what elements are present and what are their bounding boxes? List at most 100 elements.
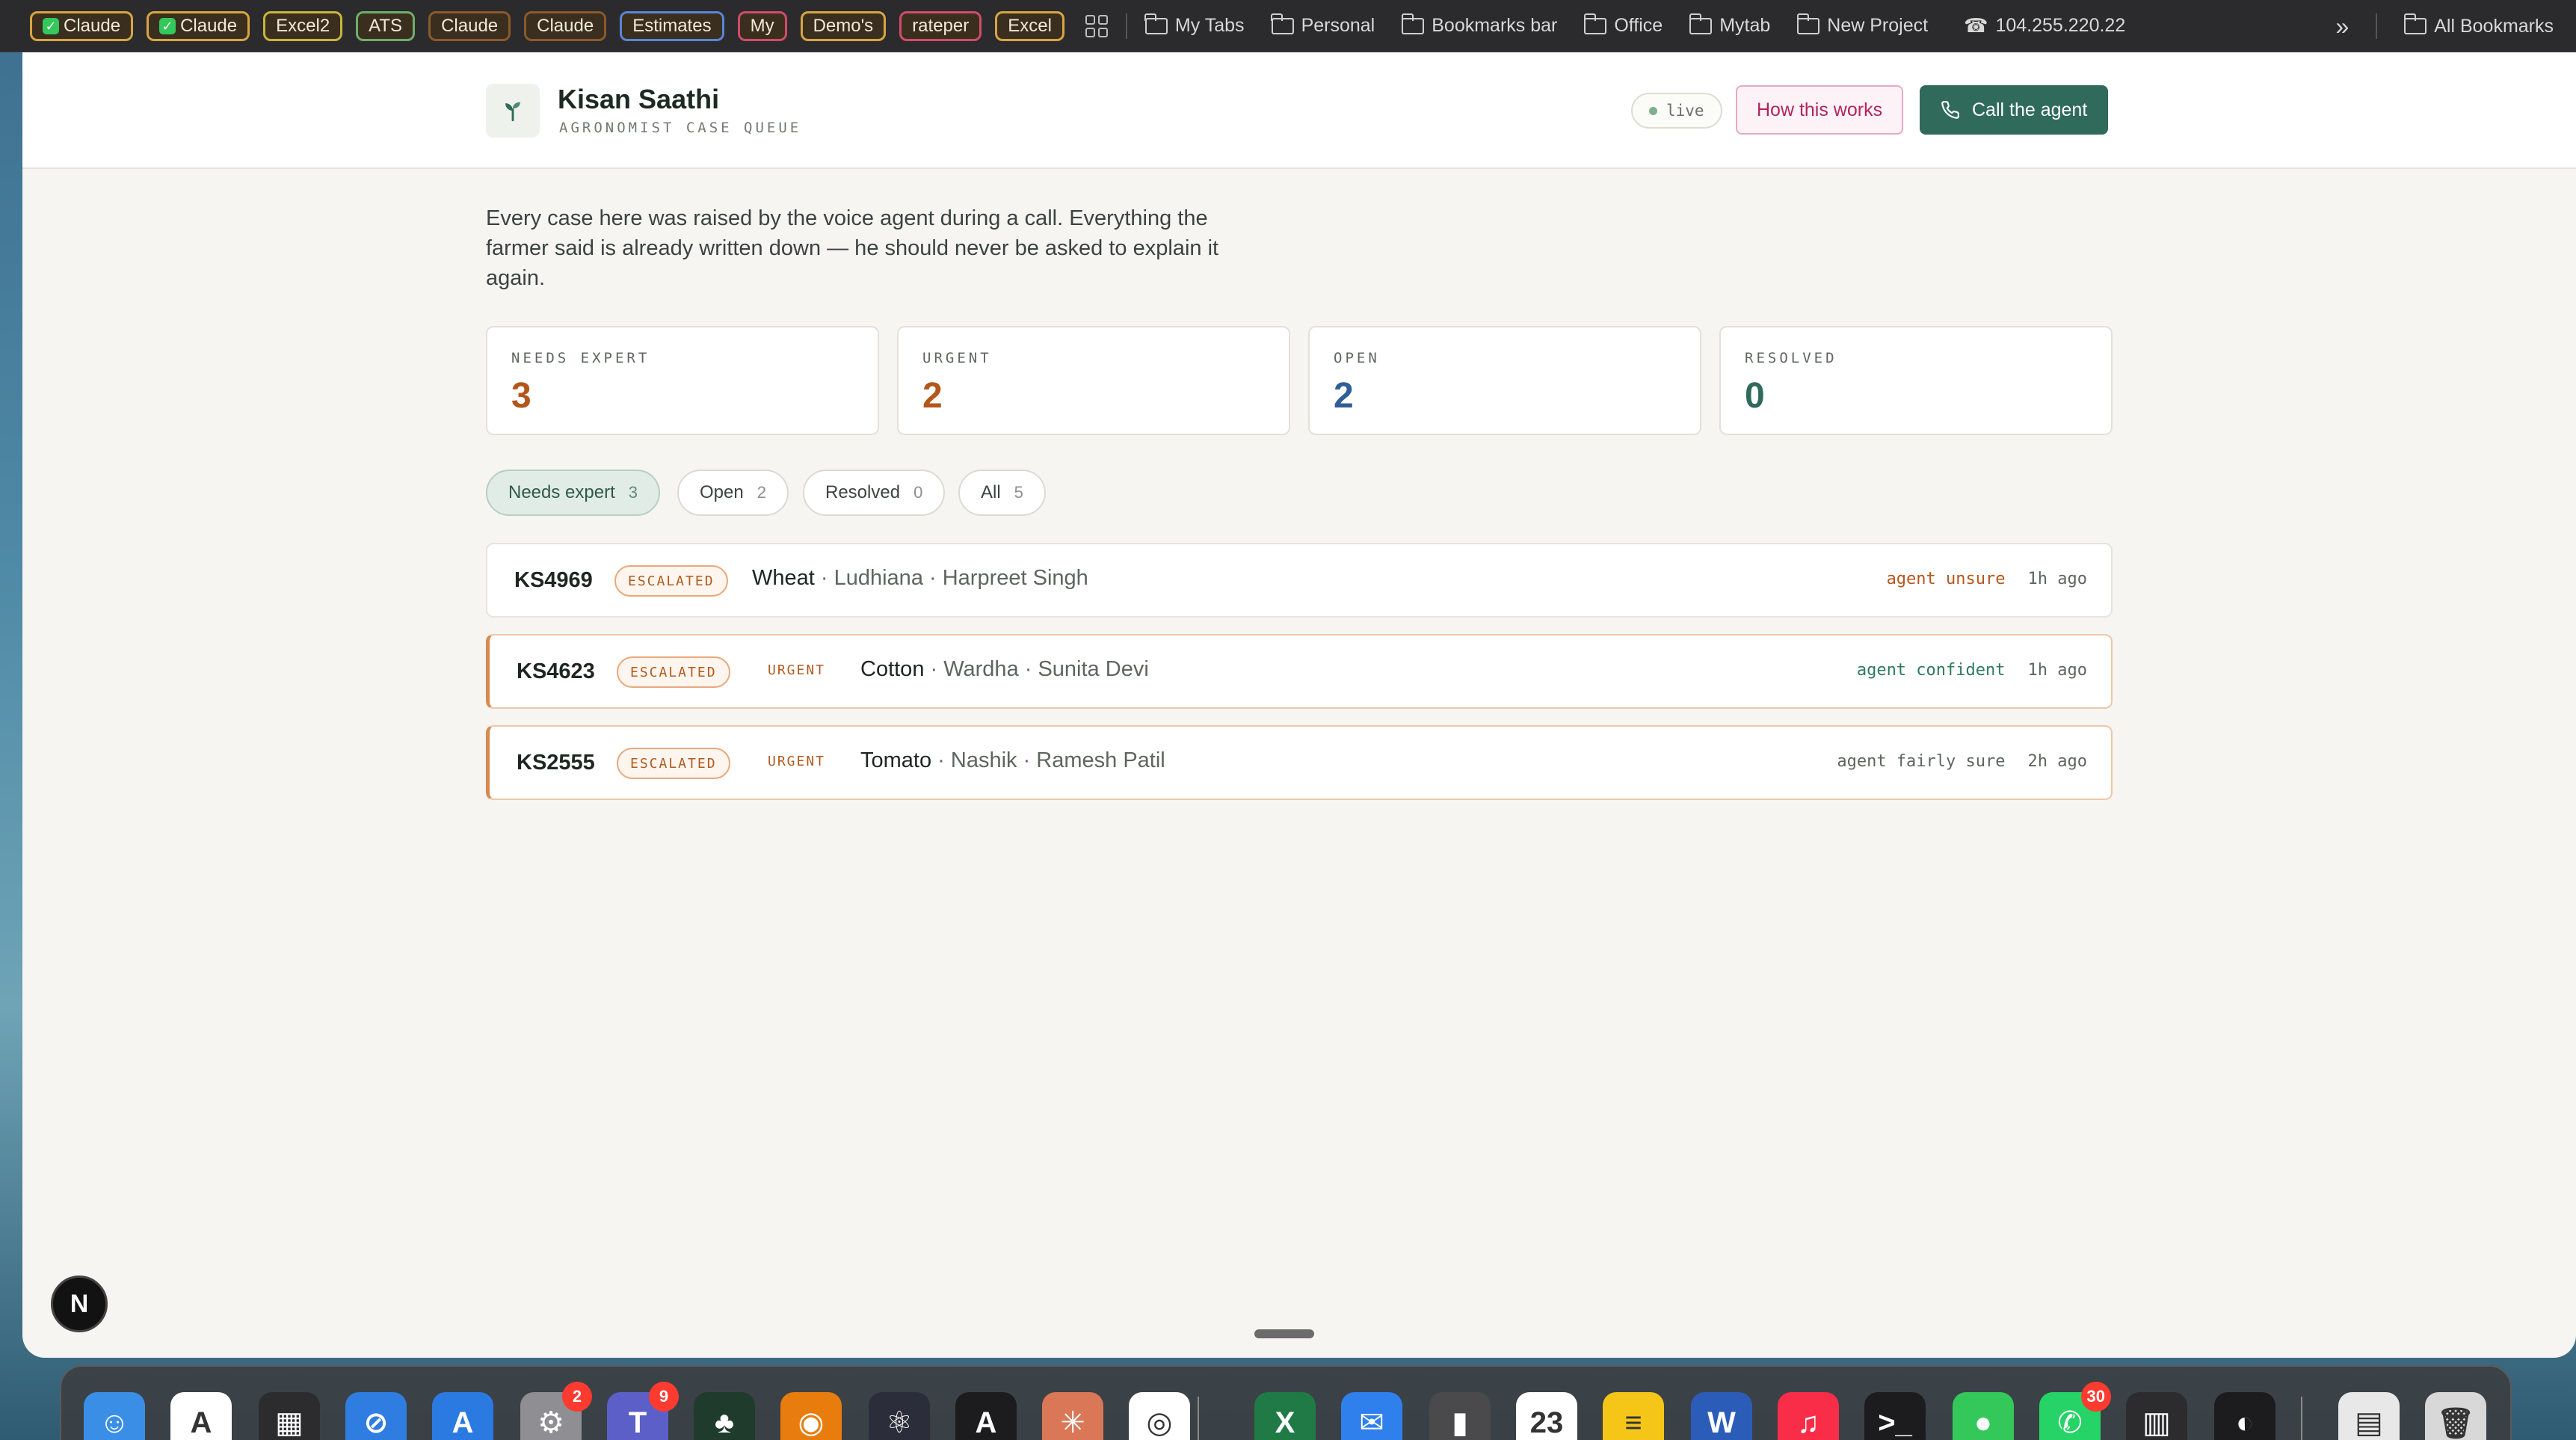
word-icon[interactable]: W bbox=[1691, 1392, 1752, 1440]
bottom-drag-handle[interactable] bbox=[1254, 1329, 1314, 1338]
bookmark-pill[interactable]: rateper bbox=[899, 10, 982, 41]
bookmark-pill-label: Claude bbox=[537, 15, 594, 36]
tab-groups-icon[interactable] bbox=[1085, 14, 1108, 37]
bookmark-folder[interactable]: My Tabs bbox=[1144, 13, 1245, 37]
safari-icon[interactable]: ⊘ bbox=[345, 1392, 407, 1440]
bookmark-pill[interactable]: ATS bbox=[356, 10, 416, 41]
nextjs-dev-badge[interactable]: N bbox=[51, 1276, 108, 1332]
whatsapp-icon[interactable]: ✆ 30 bbox=[2039, 1382, 2111, 1440]
bookmark-pill[interactable]: Demo's bbox=[800, 10, 887, 41]
bookmark-pill-label: Excel2 bbox=[276, 15, 330, 36]
stat-card: URGENT 2 bbox=[897, 326, 1290, 435]
github-icon[interactable]: ◐ bbox=[2214, 1392, 2275, 1440]
stat-value: 2 bbox=[922, 376, 943, 416]
folder-icon bbox=[1583, 13, 1607, 34]
case-crop: Wheat bbox=[752, 566, 815, 590]
app-title: Kisan Saathi bbox=[558, 84, 720, 114]
stat-card: RESOLVED 0 bbox=[1719, 326, 2113, 435]
dock-icon-glyph: ⊘ bbox=[363, 1406, 389, 1439]
chrome-icon[interactable]: ◎ bbox=[1129, 1392, 1190, 1440]
filter-tab[interactable]: Resolved 0 bbox=[803, 470, 946, 516]
stat-label: OPEN bbox=[1334, 350, 1380, 366]
live-status-badge: live bbox=[1631, 93, 1722, 129]
bookmark-pill[interactable]: Claude bbox=[428, 10, 511, 41]
case-meta: agent unsure 1h ago bbox=[1887, 570, 2087, 588]
filter-tab[interactable]: Needs expert 3 bbox=[486, 470, 660, 516]
case-row[interactable]: KS4623 ESCALATED URGENT Cotton · Wardha · S… bbox=[486, 634, 2113, 709]
downloads-folder-icon[interactable]: ▤ bbox=[2338, 1392, 2400, 1440]
dock-icon-glyph: ◉ bbox=[798, 1406, 825, 1439]
bookmarks-overflow-button[interactable]: » bbox=[2335, 13, 2349, 40]
case-row[interactable]: KS4969 ESCALATED Wheat · Ludhiana · Harpre… bbox=[486, 543, 2113, 618]
dock-icon-glyph: ✆ bbox=[2057, 1406, 2083, 1439]
server-icon[interactable]: ▮ bbox=[1429, 1392, 1491, 1440]
filter-tab-label: Needs expert bbox=[508, 482, 615, 502]
macos-dock: ☺ A ▦ ⊘ A ⚙ 2 T 9 ♣ ◉ ⚛ A ✳ ◎ X ✉ ▮ 23 ≡ W ♫ >_ ● ✆ 30 ▥ ◐ ▤ 🗑 bbox=[60, 1365, 2512, 1440]
calendar-icon[interactable]: 23 bbox=[1516, 1392, 1577, 1440]
filter-tab-count: 0 bbox=[913, 483, 923, 502]
app-store-icon[interactable]: A bbox=[432, 1392, 493, 1440]
dock-icon-glyph: ◎ bbox=[1146, 1406, 1173, 1439]
bookmark-ip[interactable]: ☎ 104.255.220.22 bbox=[1964, 14, 2125, 37]
live-dot-icon bbox=[1649, 106, 1657, 115]
bookmark-pill[interactable]: Excel2 bbox=[263, 10, 343, 41]
bookmark-folder[interactable]: Bookmarks bar bbox=[1401, 13, 1557, 37]
all-bookmarks-button[interactable]: All Bookmarks bbox=[2403, 13, 2554, 37]
folder-icon bbox=[1401, 13, 1425, 34]
messages-icon[interactable]: ● bbox=[1953, 1392, 2014, 1440]
escalated-badge: ESCALATED bbox=[617, 656, 730, 688]
activity-monitor-icon[interactable]: ▥ bbox=[2126, 1392, 2187, 1440]
filter-tab[interactable]: Open 2 bbox=[677, 470, 789, 516]
bookmark-pill[interactable]: Excel bbox=[995, 10, 1064, 41]
bookmark-pill[interactable]: Estimates bbox=[620, 10, 724, 41]
dock-icon-glyph: ◐ bbox=[2235, 1406, 2255, 1439]
bookmark-folders: My Tabs Personal Bookmarks bar Office Mytab N… bbox=[1144, 13, 1928, 37]
mongodb-icon[interactable]: ♣ bbox=[694, 1392, 755, 1440]
agent-confidence: agent confident bbox=[1856, 661, 2006, 680]
folder-icon bbox=[1271, 13, 1294, 34]
case-time-ago: 1h ago bbox=[2027, 661, 2087, 680]
bookmark-pill[interactable]: ✓ Claude bbox=[30, 10, 134, 41]
stat-value: 3 bbox=[511, 376, 531, 416]
filter-tab[interactable]: All 5 bbox=[958, 470, 1046, 516]
bookmark-folder[interactable]: Personal bbox=[1271, 13, 1375, 37]
claude-icon[interactable]: ✳ bbox=[1042, 1392, 1103, 1440]
arc-alt-icon[interactable]: A bbox=[955, 1392, 1017, 1440]
filter-tab-count: 3 bbox=[628, 483, 638, 502]
dock-icon-glyph: ✉ bbox=[1359, 1406, 1384, 1439]
notes-icon[interactable]: ≡ bbox=[1603, 1392, 1664, 1440]
arc-icon[interactable]: A bbox=[170, 1392, 232, 1440]
excel-icon[interactable]: X bbox=[1254, 1392, 1316, 1440]
electron-icon[interactable]: ⚛ bbox=[869, 1392, 930, 1440]
terminal-icon[interactable]: >_ bbox=[1864, 1392, 1926, 1440]
case-row[interactable]: KS2555 ESCALATED URGENT Tomato · Nashik · R… bbox=[486, 725, 2113, 800]
filter-tab-label: Resolved bbox=[825, 482, 901, 502]
bookmark-folder[interactable]: Mytab bbox=[1689, 13, 1770, 37]
bookmark-folder[interactable]: New Project bbox=[1796, 13, 1928, 37]
teams-icon[interactable]: T9 bbox=[607, 1382, 679, 1440]
system-settings-icon[interactable]: ⚙ 2 bbox=[520, 1382, 592, 1440]
case-id: KS2555 bbox=[517, 751, 595, 775]
bookmark-pill[interactable]: Claude bbox=[524, 10, 607, 41]
blender-icon[interactable]: ◉ bbox=[780, 1392, 842, 1440]
finder-icon[interactable]: ☺ bbox=[84, 1392, 145, 1440]
dock-icon-glyph: ▦ bbox=[275, 1406, 303, 1439]
bookmarks-separator bbox=[1125, 13, 1127, 39]
music-icon[interactable]: ♫ bbox=[1778, 1392, 1839, 1440]
bookmark-folder[interactable]: Office bbox=[1583, 13, 1663, 37]
how-this-works-button[interactable]: How this works bbox=[1736, 85, 1904, 135]
case-id: KS4969 bbox=[514, 568, 593, 592]
mail-icon[interactable]: ✉ bbox=[1341, 1392, 1402, 1440]
case-time-ago: 2h ago bbox=[2027, 752, 2087, 771]
dock-icon-glyph: ≡ bbox=[1624, 1406, 1642, 1439]
intro-text: Every case here was raised by the voice … bbox=[486, 206, 1219, 290]
call-agent-button[interactable]: Call the agent bbox=[1920, 85, 2109, 135]
bookmark-folder-label: Office bbox=[1614, 15, 1663, 36]
checkmark-icon: ✓ bbox=[159, 17, 176, 34]
bookmark-pill[interactable]: My bbox=[737, 10, 787, 41]
trash-icon[interactable]: 🗑 bbox=[2425, 1392, 2486, 1440]
stat-value: 0 bbox=[1745, 376, 1765, 416]
launchpad-icon[interactable]: ▦ bbox=[259, 1392, 320, 1440]
bookmark-pill[interactable]: ✓ Claude bbox=[147, 10, 250, 41]
folder-icon bbox=[1796, 13, 1820, 34]
